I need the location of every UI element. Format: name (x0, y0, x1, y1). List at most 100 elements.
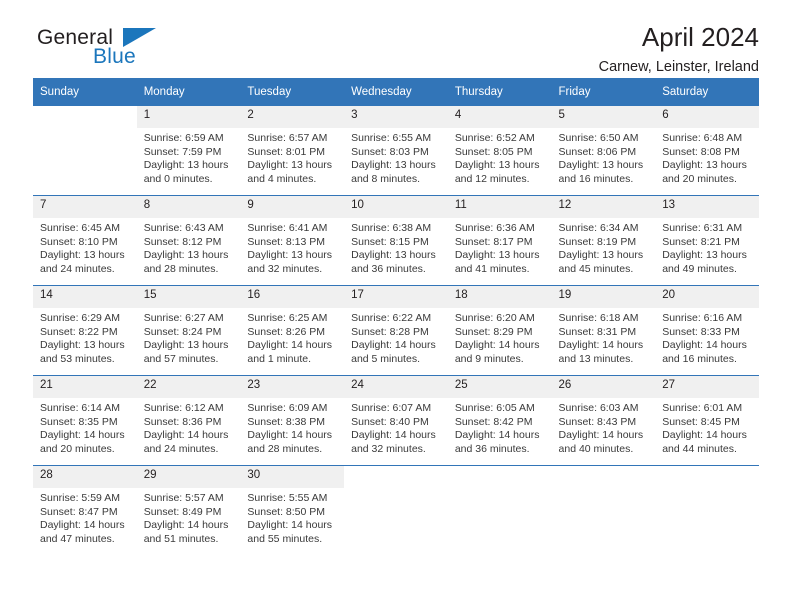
page-title: April 2024 (641, 22, 759, 52)
calendar-day-cell[interactable]: 23 Sunrise: 6:09 AM Sunset: 8:38 PM Dayligh… (240, 375, 345, 466)
day-cell-inner: 12 Sunrise: 6:34 AM Sunset: 8:19 PM Dayligh… (551, 196, 656, 285)
day-sun-info: Sunrise: 6:50 AM Sunset: 8:06 PM Daylight:… (552, 128, 656, 187)
calendar-day-cell[interactable]: 18 Sunrise: 6:20 AM Sunset: 8:29 PM Dayligh… (447, 285, 552, 376)
day-sun-info: Sunrise: 6:38 AM Sunset: 8:15 PM Daylight:… (344, 218, 448, 277)
daylight-text-line2: and 24 minutes. (143, 442, 219, 455)
calendar-day-cell[interactable]: 28 Sunrise: 5:59 AM Sunset: 8:47 PM Dayligh… (33, 465, 137, 555)
calendar-day-cell[interactable]: 24 Sunrise: 6:07 AM Sunset: 8:40 PM Dayligh… (344, 375, 448, 466)
calendar-week-row: 14 Sunrise: 6:29 AM Sunset: 8:22 PM Dayligh… (33, 285, 759, 376)
calendar-day-cell[interactable]: 8 Sunrise: 6:43 AM Sunset: 8:12 PM Daylight… (136, 195, 241, 286)
calendar-day-cell[interactable]: 29 Sunrise: 5:57 AM Sunset: 8:49 PM Dayligh… (136, 465, 241, 555)
daylight-text-line1: Daylight: 13 hours (662, 249, 747, 262)
daylight-text-line1: Daylight: 14 hours (143, 429, 229, 442)
daylight-text-line1: Daylight: 13 hours (454, 249, 540, 262)
sunrise-text: Sunrise: 5:57 AM (143, 492, 224, 504)
daylight-text-line2: and 13 minutes. (558, 352, 634, 365)
day-number: 8 (136, 196, 241, 218)
daylight-text-line1: Daylight: 14 hours (662, 429, 747, 442)
day-sun-info: Sunrise: 6:22 AM Sunset: 8:28 PM Daylight:… (344, 308, 448, 367)
sunset-text: Sunset: 8:24 PM (143, 325, 222, 338)
sunrise-text: Sunrise: 6:38 AM (351, 222, 432, 234)
calendar-day-cell[interactable]: 12 Sunrise: 6:34 AM Sunset: 8:19 PM Dayligh… (551, 195, 656, 286)
day-cell-inner (655, 466, 759, 555)
daylight-text-line1: Daylight: 13 hours (143, 339, 229, 352)
daylight-text-line2: and 44 minutes. (662, 442, 737, 455)
calendar-day-cell[interactable]: 9 Sunrise: 6:41 AM Sunset: 8:13 PM Daylight… (240, 195, 345, 286)
brand-name-blue: Blue (93, 45, 136, 68)
sunrise-text: Sunrise: 6:29 AM (40, 312, 120, 324)
calendar-day-cell[interactable]: 5 Sunrise: 6:50 AM Sunset: 8:06 PM Daylight… (551, 106, 656, 196)
calendar-day-cell[interactable]: 6 Sunrise: 6:48 AM Sunset: 8:08 PM Daylight… (655, 106, 759, 196)
sunrise-text: Sunrise: 6:05 AM (454, 402, 535, 414)
day-sun-info: Sunrise: 5:57 AM Sunset: 8:49 PM Daylight:… (137, 488, 241, 547)
day-cell-inner: 26 Sunrise: 6:03 AM Sunset: 8:43 PM Dayligh… (551, 376, 656, 465)
calendar-day-cell[interactable]: 30 Sunrise: 5:55 AM Sunset: 8:50 PM Dayligh… (240, 465, 345, 555)
page-masthead: General Blue April 2024 Carnew, Leinster… (33, 0, 759, 75)
day-cell-inner: 2 Sunrise: 6:57 AM Sunset: 8:01 PM Daylight… (240, 106, 345, 195)
calendar-day-cell[interactable]: 17 Sunrise: 6:22 AM Sunset: 8:28 PM Dayligh… (344, 285, 448, 376)
sunrise-text: Sunrise: 6:01 AM (662, 402, 743, 414)
calendar-day-cell[interactable]: 20 Sunrise: 6:16 AM Sunset: 8:33 PM Dayligh… (655, 285, 759, 376)
daylight-text-line1: Daylight: 13 hours (454, 159, 540, 172)
sunrise-sunset-calendar: Sunday Monday Tuesday Wednesday Thursday… (33, 78, 759, 555)
daylight-text-line1: Daylight: 13 hours (143, 159, 229, 172)
weekday-header-sunday: Sunday (33, 78, 137, 106)
day-sun-info: Sunrise: 6:07 AM Sunset: 8:40 PM Daylight:… (344, 398, 448, 457)
sunset-text: Sunset: 8:29 PM (454, 325, 533, 338)
calendar-day-cell[interactable]: 19 Sunrise: 6:18 AM Sunset: 8:31 PM Dayligh… (551, 285, 656, 376)
day-number (655, 466, 759, 488)
sunset-text: Sunset: 8:49 PM (143, 505, 222, 518)
calendar-day-cell[interactable]: 1 Sunrise: 6:59 AM Sunset: 7:59 PM Daylight… (136, 106, 241, 196)
day-number: 29 (136, 466, 241, 488)
day-number: 18 (447, 286, 552, 308)
calendar-week-row: 1 Sunrise: 6:59 AM Sunset: 7:59 PM Daylight… (33, 106, 759, 196)
calendar-day-cell[interactable]: 4 Sunrise: 6:52 AM Sunset: 8:05 PM Daylight… (447, 106, 552, 196)
calendar-day-cell[interactable]: 3 Sunrise: 6:55 AM Sunset: 8:03 PM Daylight… (344, 106, 448, 196)
day-sun-info: Sunrise: 6:18 AM Sunset: 8:31 PM Daylight:… (552, 308, 656, 367)
day-cell-inner: 3 Sunrise: 6:55 AM Sunset: 8:03 PM Daylight… (344, 106, 448, 195)
day-cell-inner: 4 Sunrise: 6:52 AM Sunset: 8:05 PM Daylight… (447, 106, 552, 195)
sunset-text: Sunset: 8:01 PM (247, 145, 326, 158)
calendar-day-cell[interactable]: 7 Sunrise: 6:45 AM Sunset: 8:10 PM Daylight… (33, 195, 137, 286)
calendar-cell-empty (33, 106, 137, 196)
calendar-day-cell[interactable]: 21 Sunrise: 6:14 AM Sunset: 8:35 PM Dayligh… (33, 375, 137, 466)
calendar-day-cell[interactable]: 22 Sunrise: 6:12 AM Sunset: 8:36 PM Dayligh… (136, 375, 241, 466)
calendar-day-cell[interactable]: 26 Sunrise: 6:03 AM Sunset: 8:43 PM Dayligh… (551, 375, 656, 466)
day-sun-info: Sunrise: 6:55 AM Sunset: 8:03 PM Daylight:… (344, 128, 448, 187)
calendar-day-cell[interactable]: 25 Sunrise: 6:05 AM Sunset: 8:42 PM Dayligh… (447, 375, 552, 466)
brand-logo[interactable]: General Blue (37, 27, 197, 73)
sunset-text: Sunset: 8:22 PM (40, 325, 118, 338)
daylight-text-line1: Daylight: 13 hours (247, 159, 333, 172)
sunset-text: Sunset: 8:15 PM (351, 235, 429, 248)
day-sun-info: Sunrise: 6:03 AM Sunset: 8:43 PM Daylight:… (552, 398, 656, 457)
daylight-text-line2: and 8 minutes. (351, 172, 420, 185)
calendar-day-cell[interactable]: 11 Sunrise: 6:36 AM Sunset: 8:17 PM Dayligh… (447, 195, 552, 286)
day-sun-info: Sunrise: 6:36 AM Sunset: 8:17 PM Daylight:… (448, 218, 552, 277)
calendar-day-cell[interactable]: 15 Sunrise: 6:27 AM Sunset: 8:24 PM Dayligh… (136, 285, 241, 376)
sunset-text: Sunset: 8:38 PM (247, 415, 326, 428)
daylight-text-line1: Daylight: 14 hours (143, 519, 229, 532)
calendar-day-cell[interactable]: 14 Sunrise: 6:29 AM Sunset: 8:22 PM Dayligh… (33, 285, 137, 376)
calendar-day-cell[interactable]: 13 Sunrise: 6:31 AM Sunset: 8:21 PM Dayligh… (655, 195, 759, 286)
calendar-day-cell[interactable]: 16 Sunrise: 6:25 AM Sunset: 8:26 PM Dayligh… (240, 285, 345, 376)
day-cell-inner: 9 Sunrise: 6:41 AM Sunset: 8:13 PM Daylight… (240, 196, 345, 285)
day-number: 27 (655, 376, 759, 398)
day-number: 20 (655, 286, 759, 308)
daylight-text-line2: and 36 minutes. (454, 442, 530, 455)
daylight-text-line2: and 53 minutes. (40, 352, 115, 365)
daylight-text-line2: and 45 minutes. (558, 262, 634, 275)
daylight-text-line1: Daylight: 13 hours (558, 249, 644, 262)
calendar-day-cell[interactable]: 27 Sunrise: 6:01 AM Sunset: 8:45 PM Dayligh… (655, 375, 759, 466)
daylight-text-line1: Daylight: 14 hours (351, 429, 436, 442)
sunset-text: Sunset: 8:45 PM (662, 415, 740, 428)
sunset-text: Sunset: 8:06 PM (558, 145, 637, 158)
day-cell-inner: 8 Sunrise: 6:43 AM Sunset: 8:12 PM Daylight… (136, 196, 241, 285)
sunrise-text: Sunrise: 6:45 AM (40, 222, 120, 234)
daylight-text-line1: Daylight: 14 hours (662, 339, 747, 352)
sunrise-text: Sunrise: 6:59 AM (143, 132, 224, 144)
daylight-text-line2: and 49 minutes. (662, 262, 737, 275)
day-cell-inner (33, 106, 137, 195)
calendar-day-cell[interactable]: 2 Sunrise: 6:57 AM Sunset: 8:01 PM Daylight… (240, 106, 345, 196)
calendar-day-cell[interactable]: 10 Sunrise: 6:38 AM Sunset: 8:15 PM Dayligh… (344, 195, 448, 286)
sunset-text: Sunset: 8:12 PM (143, 235, 222, 248)
